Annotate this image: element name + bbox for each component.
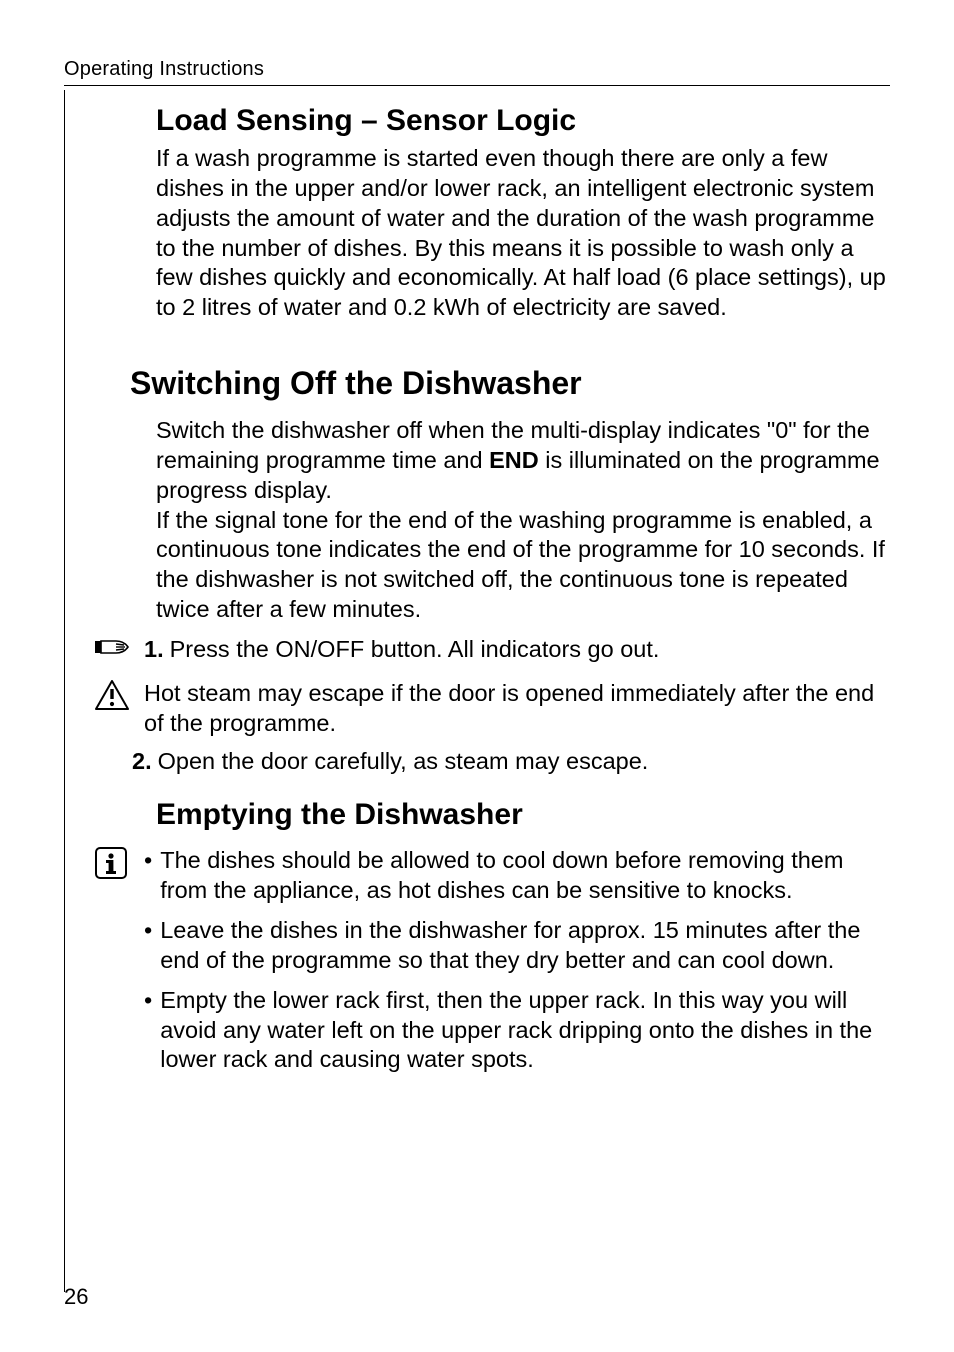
info-icon [94,846,144,880]
heading-switching-off: Switching Off the Dishwasher [130,365,890,402]
bold-end: END [489,447,539,473]
running-head: Operating Instructions [64,58,890,81]
step-1-body: Press the ON/OFF button. All indicators … [170,636,660,662]
content-area: Load Sensing – Sensor Logic If a wash pr… [156,104,890,1075]
bullet-text: The dishes should be allowed to cool dow… [160,846,890,906]
warning-row: Hot steam may escape if the door is open… [156,679,890,739]
bullet-marker: • [144,916,152,946]
bullet-marker: • [144,846,152,876]
bullet-marker: • [144,986,152,1016]
left-rule [64,90,65,1292]
step-2-body: Open the door carefully, as steam may es… [158,748,649,774]
step-2-row: 2.Open the door carefully, as steam may … [156,747,890,777]
bullet-list: • The dishes should be allowed to cool d… [144,846,890,1075]
step-1-row: 1.Press the ON/OFF button. All indicator… [156,635,890,665]
list-item: • The dishes should be allowed to cool d… [144,846,890,906]
bullet-text: Empty the lower rack first, then the upp… [160,986,890,1076]
page-number: 26 [64,1284,88,1310]
warning-text: Hot steam may escape if the door is open… [144,679,890,739]
header-rule: Operating Instructions [64,58,890,86]
list-item: • Empty the lower rack first, then the u… [144,986,890,1076]
heading-emptying: Emptying the Dishwasher [156,798,890,832]
hand-pointing-icon [94,635,144,661]
info-row: • The dishes should be allowed to cool d… [156,846,890,1075]
page: Operating Instructions Load Sensing – Se… [0,0,954,1352]
para-switch-off-1: Switch the dishwasher off when the multi… [156,416,890,506]
step-1-text: 1.Press the ON/OFF button. All indicator… [144,635,659,665]
step-2-text: 2.Open the door carefully, as steam may … [132,747,648,777]
warning-triangle-icon [94,679,144,711]
para-switch-off-2: If the signal tone for the end of the wa… [156,506,890,625]
list-item: • Leave the dishes in the dishwasher for… [144,916,890,976]
step-2-number: 2. [132,748,152,774]
step-1-number: 1. [144,636,164,662]
heading-load-sensing: Load Sensing – Sensor Logic [156,104,890,138]
bullet-text: Leave the dishes in the dishwasher for a… [160,916,890,976]
para-load-sensing: If a wash programme is started even thou… [156,144,890,323]
